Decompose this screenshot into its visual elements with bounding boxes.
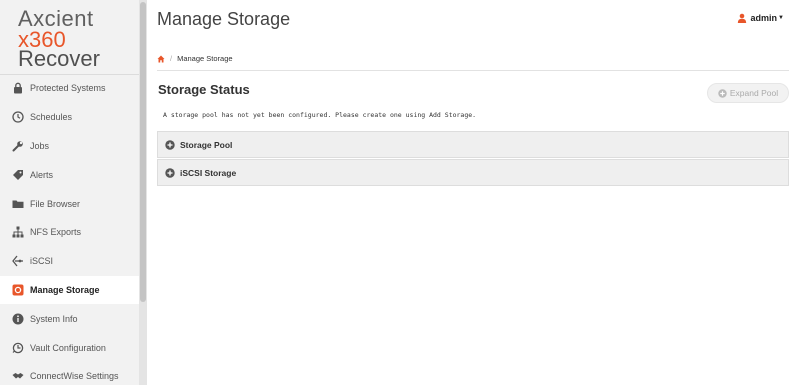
user-icon: [737, 13, 746, 23]
sidebar-item-label: NFS Exports: [30, 227, 82, 238]
panel-title: Storage Pool: [180, 139, 233, 150]
plus-circle-icon: [165, 139, 175, 150]
breadcrumb-current: Manage Storage: [177, 54, 233, 63]
sidebar-item-schedules[interactable]: Schedules: [0, 103, 139, 132]
wrench-icon: [12, 140, 24, 152]
sidebar-item-iscsi[interactable]: iSCSI: [0, 247, 139, 276]
expand-pool-button[interactable]: Expand Pool: [707, 83, 789, 103]
chevron-down-icon: ▼: [778, 15, 784, 21]
divider: [157, 70, 789, 71]
storage-icon: [12, 284, 24, 296]
sidebar-scrollbar[interactable]: [139, 0, 147, 385]
sidebar-item-label: Manage Storage: [30, 284, 100, 295]
sidebar-scrollbar-thumb[interactable]: [140, 2, 146, 302]
sidebar-item-vault-configuration[interactable]: Vault Configuration: [0, 333, 139, 362]
username: admin: [750, 13, 778, 23]
tag-icon: [12, 169, 24, 181]
lock-icon: [12, 82, 24, 94]
sidebar-item-system-info[interactable]: System Info: [0, 304, 139, 333]
section-title: Storage Status: [158, 82, 250, 97]
sidebar: Axcient x360 Recover Protected Systems S…: [0, 0, 147, 385]
sidebar-item-jobs[interactable]: Jobs: [0, 132, 139, 161]
iscsi-storage-panel[interactable]: iSCSI Storage: [157, 159, 789, 186]
info-icon: [12, 313, 24, 325]
sidebar-item-label: ConnectWise Settings: [30, 371, 119, 382]
storage-pool-panel[interactable]: Storage Pool: [157, 131, 789, 158]
sidebar-nav: Protected Systems Schedules Jobs Alerts …: [0, 74, 139, 385]
sidebar-item-label: Protected Systems: [30, 83, 106, 94]
expand-pool-label: Expand Pool: [729, 88, 779, 98]
page-title: Manage Storage: [157, 9, 291, 29]
sidebar-item-label: Alerts: [30, 169, 54, 180]
sidebar-item-label: Jobs: [30, 140, 50, 151]
sidebar-item-nfs-exports[interactable]: NFS Exports: [0, 218, 139, 247]
sidebar-item-manage-storage[interactable]: Manage Storage: [0, 275, 139, 305]
panel-title: iSCSI Storage: [180, 167, 237, 178]
sidebar-item-protected-systems[interactable]: Protected Systems: [0, 74, 139, 103]
home-icon[interactable]: [157, 55, 165, 63]
sidebar-item-label: Vault Configuration: [30, 342, 106, 353]
handshake-icon: [12, 370, 24, 382]
breadcrumb-separator: /: [170, 54, 173, 63]
sidebar-item-label: System Info: [30, 313, 78, 324]
breadcrumb: / Manage Storage: [157, 54, 233, 63]
status-message: A storage pool has not yet been configur…: [163, 111, 477, 119]
plus-circle-icon: [718, 88, 727, 98]
sidebar-item-label: File Browser: [30, 198, 81, 209]
user-menu[interactable]: admin ▼: [737, 13, 784, 23]
plus-circle-icon: [165, 167, 175, 178]
sidebar-item-label: Schedules: [30, 112, 73, 123]
sidebar-item-alerts[interactable]: Alerts: [0, 160, 139, 189]
sitemap-icon: [12, 226, 24, 238]
logo[interactable]: Axcient x360 Recover: [18, 8, 128, 70]
folder-icon: [12, 198, 24, 210]
sidebar-item-label: iSCSI: [30, 256, 54, 267]
sidebar-item-file-browser[interactable]: File Browser: [0, 189, 139, 218]
iscsi-icon: [12, 255, 24, 267]
sidebar-item-connectwise-settings[interactable]: ConnectWise Settings: [0, 362, 139, 385]
vault-icon: [12, 342, 24, 354]
logo-line-3: Recover: [18, 46, 100, 71]
clock-icon: [12, 111, 24, 123]
